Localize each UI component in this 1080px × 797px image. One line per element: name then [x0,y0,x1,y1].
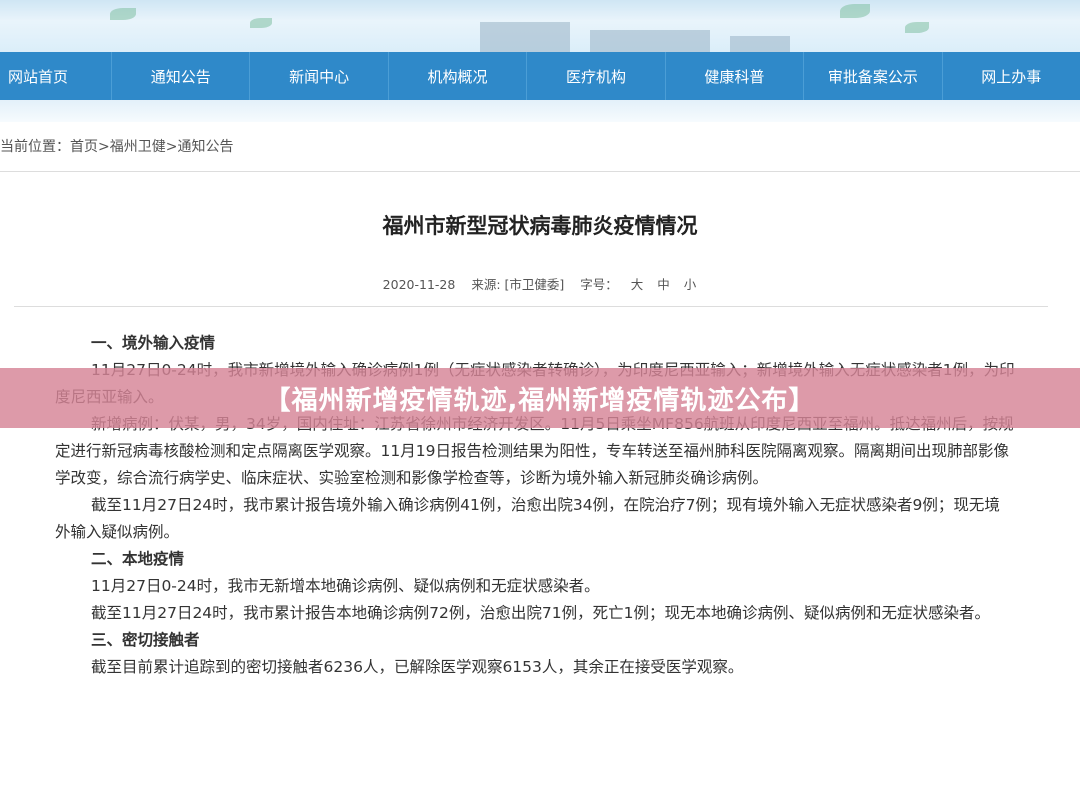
main-nav: 网站首页 通知公告 新闻中心 机构概况 医疗机构 健康科普 审批备案公示 网上办事 [0,52,1080,100]
breadcrumb-separator: > [98,139,110,155]
breadcrumb-level2-link[interactable]: 福州卫健 [110,139,166,155]
font-size-small-button[interactable]: 小 [684,277,697,292]
nav-item-online-services[interactable]: 网上办事 [943,52,1080,100]
nav-item-institutions[interactable]: 医疗机构 [527,52,666,100]
paragraph: 截至11月27日24时，我市累计报告本地确诊病例72例，治愈出院71例，死亡1例… [91,604,990,622]
paragraph: 截至目前累计追踪到的密切接触者6236人，已解除医学观察6153人，其余正在接受… [91,658,744,676]
leaf-decoration [250,18,272,28]
font-size-label: 字号： [580,277,618,292]
breadcrumb: 当前位置：首页>福州卫健>通知公告 [0,136,233,156]
breadcrumb-prefix: 当前位置： [0,139,70,155]
nav-item-notices[interactable]: 通知公告 [112,52,251,100]
section-heading: 一、境外输入疫情 [91,334,216,352]
leaf-decoration [110,8,136,20]
article-title: 福州市新型冠状病毒肺炎疫情情况 [382,214,698,238]
nav-item-news[interactable]: 新闻中心 [250,52,389,100]
section-heading: 二、本地疫情 [91,550,185,568]
nav-item-approval-public[interactable]: 审批备案公示 [804,52,943,100]
article-meta: 2020-11-28 来源: [市卫健委] 字号： 大中小 [0,274,1080,293]
headline-overlay-banner: 【福州新增疫情轨迹,福州新增疫情轨迹公布】 [0,368,1080,428]
building-decoration [480,22,570,52]
divider [14,306,1048,307]
nav-item-home[interactable]: 网站首页 [0,52,112,100]
paragraph: 11月27日0-24时，我市无新增本地确诊病例、疑似病例和无症状感染者。 [91,577,600,595]
paragraph: 截至11月27日24时，我市累计报告境外输入确诊病例41例，治愈出院34例，在院… [55,496,1000,541]
font-size-medium-button[interactable]: 中 [657,277,670,292]
article-source: 来源: [市卫健委] [471,277,565,292]
nav-item-about[interactable]: 机构概况 [389,52,528,100]
nav-subbar [0,100,1080,122]
building-decoration [730,36,790,52]
breadcrumb-level3-link[interactable]: 通知公告 [177,139,233,155]
leaf-decoration [840,4,870,18]
overlay-headline: 【福州新增疫情轨迹,福州新增疫情轨迹公布】 [264,385,816,416]
breadcrumb-separator: > [165,139,178,155]
leaf-decoration [905,22,929,33]
breadcrumb-home-link[interactable]: 首页 [70,139,98,155]
divider [0,171,1080,172]
font-size-large-button[interactable]: 大 [631,277,644,292]
section-heading: 三、密切接触者 [91,631,200,649]
building-decoration [590,30,710,52]
article-date: 2020-11-28 [382,277,456,292]
header-banner [0,0,1080,52]
nav-item-health-science[interactable]: 健康科普 [666,52,805,100]
